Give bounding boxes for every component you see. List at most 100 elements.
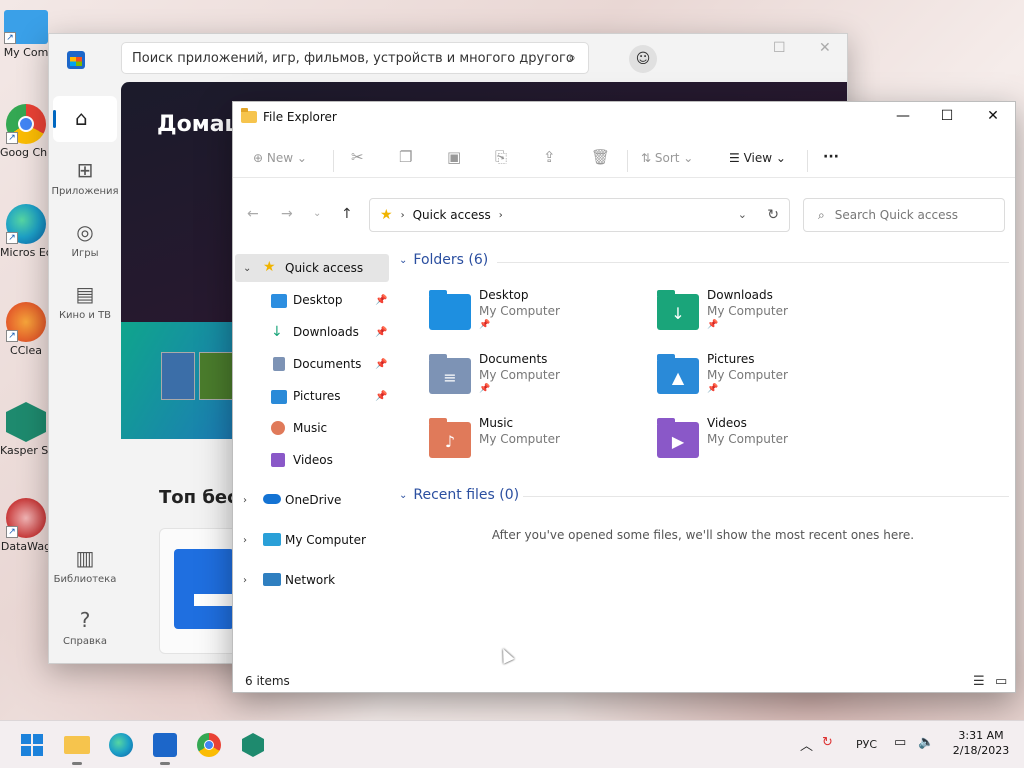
back-arrow-icon[interactable]: ← <box>247 206 259 222</box>
chevron-right-icon[interactable]: › <box>243 535 247 546</box>
update-notification-icon[interactable]: ↻ <box>822 735 833 750</box>
store-nav-home[interactable]: ⌂ <box>53 96 117 142</box>
sidebar-item-quick-access[interactable]: ⌄ ★ Quick access <box>235 254 389 282</box>
refresh-icon[interactable]: ↻ <box>767 207 779 223</box>
forward-arrow-icon[interactable]: → <box>281 206 293 222</box>
sidebar-item-music[interactable]: Music <box>235 414 389 442</box>
details-view-icon[interactable]: ☰ <box>973 674 985 689</box>
star-icon: ★ <box>263 259 276 275</box>
maximize-icon[interactable]: ☐ <box>937 108 957 124</box>
pin-icon[interactable]: 📌 <box>375 359 387 370</box>
taskbar-file-explorer[interactable] <box>62 730 92 765</box>
chevron-right-icon[interactable]: › <box>243 575 247 586</box>
store-maximize-icon[interactable]: ☐ <box>773 40 786 56</box>
sidebar-item-documents[interactable]: Documents 📌 <box>235 350 389 378</box>
chevron-down-icon[interactable]: ⌄ <box>243 263 251 274</box>
folder-tile[interactable]: ▶ Videos My Computer <box>657 416 877 472</box>
breadcrumb-separator-icon: › <box>400 209 405 221</box>
desktop-icon-chrome[interactable]: ↗ Goog Chron <box>0 104 52 159</box>
datawag-icon: ↗ <box>6 498 46 538</box>
store-close-icon[interactable]: ✕ <box>819 40 831 56</box>
folder-tile[interactable]: ≡ Documents My Computer 📌 <box>429 352 649 408</box>
shortcut-arrow-icon: ↗ <box>6 330 18 342</box>
sidebar-item-desktop[interactable]: Desktop 📌 <box>235 286 389 314</box>
store-promo-tile[interactable] <box>121 322 241 439</box>
breadcrumb-quick-access[interactable]: Quick access <box>413 208 491 222</box>
music-folder-icon: ♪ <box>429 418 471 458</box>
navigation-bar: ← → ⌄ ↑ ★ › Quick access › ⌄ ↻ ⌕ Search … <box>233 194 1015 234</box>
delete-icon[interactable]: 🗑 <box>591 148 610 166</box>
taskbar-edge[interactable] <box>106 730 136 760</box>
desktop-icon-my-computer[interactable]: ↗ My Com <box>0 10 52 59</box>
folder-location: My Computer <box>479 368 560 382</box>
rename-icon[interactable]: ⎘ <box>495 148 507 166</box>
search-icon[interactable]: ⌕ <box>568 50 576 66</box>
desktop-icon-datawag[interactable]: ↗ DataWag <box>0 498 52 553</box>
folder-tile[interactable]: ↓ Downloads My Computer 📌 <box>657 288 877 344</box>
breadcrumb-separator-icon[interactable]: › <box>499 210 503 221</box>
sidebar-item-onedrive[interactable]: › OneDrive <box>235 486 389 514</box>
volume-icon[interactable]: 🔈 <box>918 735 934 750</box>
desktop-icon-edge[interactable]: ↗ Micros Edg <box>0 204 52 259</box>
store-nav-help[interactable]: ? Справка <box>49 608 121 647</box>
sidebar-item-videos[interactable]: Videos <box>235 446 389 474</box>
clapperboard-icon: ▤ <box>75 282 95 306</box>
tiles-view-icon[interactable]: ▭ <box>995 674 1007 689</box>
cut-icon[interactable]: ✂ <box>351 148 364 166</box>
sidebar-item-my-computer[interactable]: › My Computer <box>235 526 389 554</box>
minimize-icon[interactable]: — <box>893 108 913 124</box>
recent-locations-chevron-icon[interactable]: ⌄ <box>313 208 321 219</box>
store-search-input[interactable]: Поиск приложений, игр, фильмов, устройст… <box>121 42 589 74</box>
chevron-right-icon[interactable]: › <box>243 495 247 506</box>
show-hidden-icons-chevron-icon[interactable]: ︿ <box>800 735 813 754</box>
clock[interactable]: 3:31 AM 2/18/2023 <box>946 728 1016 758</box>
sidebar-item-pictures[interactable]: Pictures 📌 <box>235 382 389 410</box>
store-nav-apps-label: Приложения <box>51 186 119 197</box>
close-icon[interactable]: ✕ <box>983 108 1003 124</box>
folder-tile[interactable]: ▲ Pictures My Computer 📌 <box>657 352 877 408</box>
downloads-folder-icon: ↓ <box>657 290 699 330</box>
more-options-button[interactable]: ··· <box>823 149 839 165</box>
shortcut-arrow-icon: ↗ <box>6 232 18 244</box>
downloads-icon: ↓ <box>271 324 283 340</box>
start-button[interactable] <box>21 734 43 756</box>
folder-tile[interactable]: Desktop My Computer 📌 <box>429 288 649 344</box>
explorer-window[interactable]: File Explorer — ☐ ✕ ⊕ New ⌄ ✂ ❐ ▣ ⎘ ⇪ 🗑 … <box>232 101 1016 693</box>
address-dropdown-icon[interactable]: ⌄ <box>738 208 747 221</box>
store-nav-movies[interactable]: ▤ Кино и ТВ <box>49 282 121 321</box>
folder-name: Music <box>479 416 514 430</box>
recent-section-header[interactable]: ⌄ Recent files (0) <box>399 487 519 503</box>
desktop-icon-ccleaner[interactable]: ↗ CClea <box>0 302 52 357</box>
user-avatar-icon[interactable]: ☺ <box>629 45 657 73</box>
copy-icon[interactable]: ❐ <box>399 148 412 166</box>
sort-button[interactable]: ⇅ Sort ⌄ <box>641 151 693 165</box>
paste-icon[interactable]: ▣ <box>447 148 461 166</box>
pin-icon[interactable]: 📌 <box>375 327 387 338</box>
pin-icon[interactable]: 📌 <box>375 391 387 402</box>
sidebar-item-downloads[interactable]: ↓ Downloads 📌 <box>235 318 389 346</box>
store-nav-apps[interactable]: ⊞ Приложения <box>49 158 121 197</box>
folder-tile[interactable]: ♪ Music My Computer <box>429 416 649 472</box>
store-nav-games[interactable]: ◎ Игры <box>49 220 121 259</box>
store-nav-library[interactable]: ▥ Библиотека <box>49 546 121 585</box>
address-bar[interactable]: ★ › Quick access › ⌄ ↻ <box>369 198 790 232</box>
taskbar-chrome[interactable] <box>194 730 224 760</box>
sidebar-item-label: Videos <box>293 453 333 467</box>
folders-section-header[interactable]: ⌄ Folders (6) <box>399 252 488 268</box>
search-input[interactable]: ⌕ Search Quick access <box>803 198 1005 232</box>
input-language-indicator[interactable]: РУС <box>856 738 877 751</box>
pin-icon[interactable]: 📌 <box>375 295 387 306</box>
taskbar-kaspersky[interactable] <box>238 730 268 760</box>
divider <box>497 262 1009 263</box>
taskbar-store[interactable] <box>150 730 180 765</box>
up-arrow-icon[interactable]: ↑ <box>341 206 353 222</box>
folder-icon <box>64 736 90 754</box>
view-button[interactable]: ☰ View ⌄ <box>729 151 786 165</box>
share-icon[interactable]: ⇪ <box>543 148 556 166</box>
desktop-icon-kaspersky[interactable]: Kasper Securi <box>0 402 52 457</box>
network-status-icon[interactable]: ▭ <box>894 735 906 750</box>
new-button[interactable]: ⊕ New ⌄ <box>253 151 307 165</box>
sidebar-item-network[interactable]: › Network <box>235 566 389 594</box>
separator <box>333 150 334 172</box>
desktop-icon-label: Micros Edg <box>0 246 52 259</box>
